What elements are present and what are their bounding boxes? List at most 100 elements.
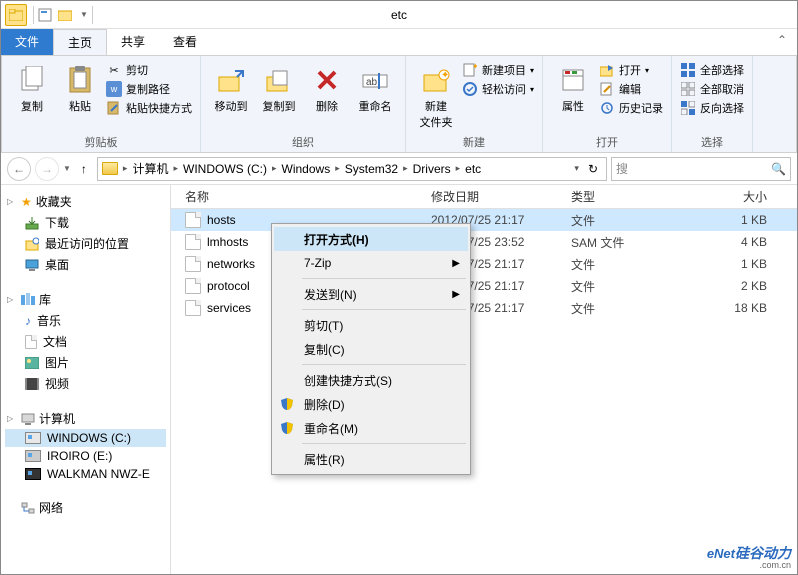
search-input[interactable]: 搜 🔍 [611,157,791,181]
qat-dropdown-icon[interactable]: ▼ [80,10,88,19]
file-size: 18 KB [671,301,797,315]
quick-access-toolbar: ▼ etc [1,1,797,29]
search-icon: 🔍 [771,162,786,176]
sidebar-item-documents[interactable]: 文档 [5,331,166,352]
sidebar-item-music[interactable]: ♪音乐 [5,310,166,331]
ctx-7zip[interactable]: 7-Zip▶ [274,251,468,275]
refresh-icon[interactable]: ↻ [584,162,602,176]
file-row[interactable]: hosts2012/07/25 21:17文件1 KB [171,209,797,231]
invert-select-button[interactable]: 反向选择 [680,100,744,116]
sidebar-item-downloads[interactable]: 下载 [5,212,166,233]
file-type: 文件 [571,256,671,273]
edit-button[interactable]: 编辑 [599,81,663,97]
column-headers[interactable]: 名称 修改日期 类型 大小 [171,185,797,209]
ribbon: 复制 粘贴 ✂剪切 w复制路径 粘贴快捷方式 剪贴板 移动到 复制到 [1,55,797,153]
sidebar-favorites-header[interactable]: ▷★收藏夹 [5,191,166,212]
group-select: 全部选择 全部取消 反向选择 选择 [672,56,753,152]
ctx-copy[interactable]: 复制(C) [274,337,468,361]
tab-share[interactable]: 共享 [107,29,159,55]
file-name: protocol [207,279,250,293]
window-title: etc [391,8,407,22]
sidebar-libraries-header[interactable]: ▷库 [5,289,166,310]
tab-home[interactable]: 主页 [53,29,107,55]
file-name: lmhosts [207,235,248,249]
file-type: SAM 文件 [571,234,671,251]
ribbon-collapse-icon[interactable]: ⌃ [767,29,797,55]
file-size: 4 KB [671,235,797,249]
file-name: services [207,301,251,315]
select-all-button[interactable]: 全部选择 [680,62,744,78]
select-none-button[interactable]: 全部取消 [680,81,744,97]
copy-button[interactable]: 复制 [10,60,54,114]
file-row[interactable]: services2012/07/25 21:17文件18 KB [171,297,797,319]
qat-properties-icon[interactable] [38,8,58,22]
qat-newfolder-icon[interactable] [58,9,78,21]
sidebar-item-recent[interactable]: 最近访问的位置 [5,233,166,254]
paste-button[interactable]: 粘贴 [58,60,102,114]
move-to-button[interactable]: 移动到 [209,60,253,114]
group-new: ✦ 新建 文件夹 ✦新建项目 ▾ 轻松访问 ▾ 新建 [406,56,543,152]
back-button[interactable]: ← [7,157,31,181]
cut-button[interactable]: ✂剪切 [106,62,192,78]
file-name: networks [207,257,255,271]
delete-button[interactable]: 删除 [305,60,349,114]
ctx-rename[interactable]: 重命名(M) [274,416,468,440]
svg-text:✦: ✦ [472,63,477,71]
sidebar-item-walkman[interactable]: WALKMAN NWZ-E [5,465,166,483]
ctx-create-shortcut[interactable]: 创建快捷方式(S) [274,368,468,392]
group-open: 属性 打开 ▾ 编辑 历史记录 打开 [543,56,672,152]
sidebar-item-desktop[interactable]: 桌面 [5,254,166,275]
watermark-logo: eNet硅谷动力 .com.cn [707,543,791,570]
properties-button[interactable]: 属性 [551,60,595,114]
folder-app-icon [5,4,27,26]
copy-to-button[interactable]: 复制到 [257,60,301,114]
file-icon [185,212,201,228]
easy-access-button[interactable]: 轻松访问 ▾ [462,81,534,97]
file-icon [185,278,201,294]
open-button[interactable]: 打开 ▾ [599,62,663,78]
ctx-send-to[interactable]: 发送到(N)▶ [274,282,468,306]
ctx-cut[interactable]: 剪切(T) [274,313,468,337]
svg-text:✦: ✦ [441,70,449,81]
sidebar-item-pictures[interactable]: 图片 [5,352,166,373]
submenu-arrow-icon: ▶ [452,258,460,269]
file-list: 名称 修改日期 类型 大小 hosts2012/07/25 21:17文件1 K… [171,185,797,574]
new-folder-button[interactable]: ✦ 新建 文件夹 [414,60,458,130]
group-clipboard: 复制 粘贴 ✂剪切 w复制路径 粘贴快捷方式 剪贴板 [2,56,201,152]
address-row: ← → ▼ ↑ ▸ 计算机▸ WINDOWS (C:)▸ Windows▸ Sy… [1,153,797,185]
sidebar-network-header[interactable]: 网络 [5,497,166,518]
file-row[interactable]: protocol2012/07/25 21:17文件2 KB [171,275,797,297]
breadcrumb-dropdown-icon[interactable]: ▾ [569,163,584,174]
rename-button[interactable]: ab 重命名 [353,60,397,114]
file-size: 1 KB [671,257,797,271]
breadcrumb[interactable]: ▸ 计算机▸ WINDOWS (C:)▸ Windows▸ System32▸ … [97,157,607,181]
ctx-delete[interactable]: 删除(D) [274,392,468,416]
file-type: 文件 [571,212,671,229]
file-icon [185,234,201,250]
tab-file[interactable]: 文件 [1,29,53,55]
sidebar-item-videos[interactable]: 视频 [5,373,166,394]
history-button[interactable]: 历史记录 [599,100,663,116]
ribbon-tabs: 文件 主页 共享 查看 ⌃ [1,29,797,55]
file-size: 2 KB [671,279,797,293]
ctx-properties[interactable]: 属性(R) [274,447,468,471]
tab-view[interactable]: 查看 [159,29,211,55]
file-row[interactable]: lmhosts2012/07/25 23:52SAM 文件4 KB [171,231,797,253]
ctx-open-with[interactable]: 打开方式(H) [274,227,468,251]
file-row[interactable]: networks2012/07/25 21:17文件1 KB [171,253,797,275]
copy-path-button[interactable]: w复制路径 [106,81,192,97]
recent-dropdown-icon[interactable]: ▼ [63,164,71,173]
forward-button[interactable]: → [35,157,59,181]
group-organize: 移动到 复制到 删除 ab 重命名 组织 [201,56,406,152]
context-menu: 打开方式(H) 7-Zip▶ 发送到(N)▶ 剪切(T) 复制(C) 创建快捷方… [271,223,471,475]
file-icon [185,256,201,272]
new-item-button[interactable]: ✦新建项目 ▾ [462,62,534,78]
sidebar-computer-header[interactable]: ▷计算机 [5,408,166,429]
sidebar-item-drive-c[interactable]: WINDOWS (C:) [5,429,166,447]
paste-shortcut-button[interactable]: 粘贴快捷方式 [106,100,192,116]
submenu-arrow-icon: ▶ [452,289,460,300]
up-button[interactable]: ↑ [75,162,93,176]
uac-shield-icon [280,421,294,435]
navigation-pane: ▷★收藏夹 下载 最近访问的位置 桌面 ▷库 ♪音乐 文档 图片 视频 ▷计算机… [1,185,171,574]
sidebar-item-drive-e[interactable]: IROIRO (E:) [5,447,166,465]
